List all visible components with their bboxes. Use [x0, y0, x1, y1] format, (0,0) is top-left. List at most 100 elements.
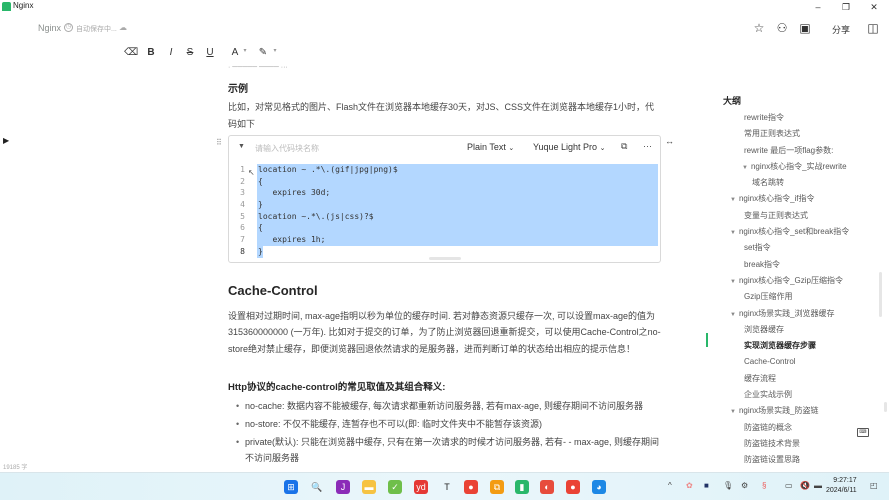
code-text[interactable]: }: [257, 245, 263, 258]
taskbar-edge-icon[interactable]: ◕: [592, 480, 606, 494]
code-line[interactable]: 8}: [229, 245, 660, 258]
more-icon[interactable]: ···: [643, 141, 652, 151]
outline-item[interactable]: ▼ nginx核心指令_set和break指令: [708, 224, 878, 240]
outline-item-label: rewrite 最后一项flag参数:: [744, 145, 834, 155]
share-button[interactable]: 分享: [832, 23, 850, 36]
outline-item[interactable]: 变量与正则表达式: [708, 208, 878, 224]
outline-item[interactable]: ▼ nginx场景实践_浏览器缓存: [708, 306, 878, 322]
taskbar-snail-icon[interactable]: ◐: [540, 480, 554, 494]
collapse-triangle-icon[interactable]: ▼: [730, 230, 736, 236]
outline-item[interactable]: 企业实战示例: [708, 387, 878, 403]
tray-overflow-icon[interactable]: ^: [668, 481, 672, 490]
code-line[interactable]: 4}: [229, 199, 660, 211]
outline-item[interactable]: 实现浏览器缓存步骤: [708, 338, 878, 354]
code-text[interactable]: location ~.*\.(js|css)?$: [257, 210, 658, 223]
collapse-icon[interactable]: ▼: [238, 143, 245, 150]
outline-item[interactable]: 浏览器缓存: [708, 322, 878, 338]
taskbar-vmware-icon[interactable]: ⧉: [490, 480, 504, 494]
bold-button[interactable]: B: [144, 47, 158, 58]
code-text[interactable]: location ~ .*\.(gif|jpg|png)$: [257, 164, 658, 176]
italic-button[interactable]: I: [164, 47, 178, 58]
code-text[interactable]: expires 30d;: [257, 187, 658, 200]
collapse-triangle-icon[interactable]: ▼: [730, 409, 736, 415]
clear-format-icon[interactable]: ⌫: [124, 47, 138, 58]
drag-handle-icon[interactable]: ⠿: [216, 138, 222, 147]
taskbar-typora-icon[interactable]: T: [440, 480, 454, 494]
outline-item[interactable]: 常用正则表达式: [708, 126, 878, 142]
taskbar-yuque-icon[interactable]: ▮: [515, 480, 529, 494]
microphone-icon[interactable]: 🎙: [723, 481, 733, 490]
volume-muted-icon[interactable]: 🔇: [800, 481, 810, 490]
outline-item[interactable]: ▼ nginx场景实践_防盗链: [708, 403, 878, 419]
tray-app-icon[interactable]: ⚙: [741, 481, 748, 490]
code-line[interactable]: 5 location ~.*\.(js|css)?$: [229, 210, 660, 223]
maximize-button[interactable]: ❐: [836, 0, 856, 14]
collapse-triangle-icon[interactable]: ▼: [730, 312, 736, 318]
network-icon[interactable]: ▭: [785, 481, 793, 490]
page-scrollbar[interactable]: [884, 402, 887, 412]
outline-item[interactable]: 防盗链设置思路: [708, 452, 878, 464]
minimize-button[interactable]: –: [808, 0, 828, 14]
taskbar-chrome-icon[interactable]: ●: [464, 480, 478, 494]
star-icon[interactable]: ☆: [751, 21, 767, 35]
expand-width-icon[interactable]: ↔: [665, 136, 674, 146]
collapse-triangle-icon[interactable]: ▼: [730, 279, 736, 285]
keyboard-shortcut-icon[interactable]: ⌨: [857, 428, 869, 437]
sidebar-toggle-icon[interactable]: ◫: [865, 21, 881, 35]
code-block[interactable]: ▼ 请输入代码块名称 Plain Text ⌄ Yuque Light Pro …: [228, 135, 661, 263]
close-button[interactable]: ✕: [864, 0, 884, 14]
tray-app-icon[interactable]: ■: [704, 481, 709, 490]
copy-icon[interactable]: ⧉: [621, 141, 627, 152]
collapse-triangle-icon[interactable]: ▼: [742, 165, 748, 171]
theme-select[interactable]: Yuque Light Pro ⌄: [533, 142, 605, 152]
font-color-dropdown-icon[interactable]: ▾: [238, 47, 252, 54]
underline-button[interactable]: U: [203, 47, 217, 58]
outline-item[interactable]: ▼ nginx核心指令_if指令: [708, 191, 878, 207]
outline-item[interactable]: 防盗链技术背景: [708, 436, 878, 452]
tray-app-icon[interactable]: ✿: [686, 481, 693, 490]
code-block-name-input[interactable]: 请输入代码块名称: [255, 143, 319, 154]
collapse-triangle-icon[interactable]: ▼: [730, 197, 736, 203]
code-line[interactable]: 7 expires 1h;: [229, 234, 660, 246]
code-text[interactable]: {: [257, 222, 658, 235]
outline-item[interactable]: ▼ nginx核心指令_Gzip压缩指令: [708, 273, 878, 289]
present-icon[interactable]: ▣: [797, 21, 813, 35]
expand-left-icon[interactable]: ▶: [3, 136, 9, 145]
taskbar-jetbrains-icon[interactable]: J: [336, 480, 350, 494]
strikethrough-button[interactable]: S: [183, 47, 197, 58]
outline-item[interactable]: 域名跳转: [708, 175, 878, 191]
code-text[interactable]: expires 1h;: [257, 234, 658, 246]
code-line[interactable]: 6{: [229, 222, 660, 235]
language-select[interactable]: Plain Text ⌄: [467, 142, 514, 152]
outline-scrollbar[interactable]: [879, 272, 882, 317]
outline-item[interactable]: Gzip压缩作用: [708, 289, 878, 305]
outline-item[interactable]: ▼ nginx核心指令_实战rewrite: [708, 159, 878, 175]
clock[interactable]: 9:27:17 2024/6/11: [826, 476, 857, 496]
taskbar-file-explorer-icon[interactable]: ▬: [362, 480, 376, 494]
tray-app-icon[interactable]: §: [762, 481, 766, 490]
code-text[interactable]: {: [257, 175, 658, 188]
taskbar-search-icon[interactable]: 🔍: [310, 480, 324, 494]
notification-icon[interactable]: ◰: [870, 481, 878, 490]
code-lines[interactable]: 1 location ~ .*\.(gif|jpg|png)$ 2{3 expire…: [229, 164, 660, 258]
code-text[interactable]: }: [257, 199, 658, 211]
taskbar-chrome-profile-icon[interactable]: ●: [566, 480, 580, 494]
add-collaborator-icon[interactable]: ⚇: [774, 21, 790, 35]
taskbar-notepad-plus-icon[interactable]: ✓: [388, 480, 402, 494]
code-line[interactable]: 3 expires 30d;: [229, 187, 660, 200]
outline-item[interactable]: set指令: [708, 240, 878, 256]
battery-icon[interactable]: ▬: [814, 481, 822, 490]
taskbar-youdao-icon[interactable]: yd: [414, 480, 428, 494]
outline-item[interactable]: break指令: [708, 257, 878, 273]
outline-item[interactable]: 缓存流程: [708, 371, 878, 387]
outline-item[interactable]: rewrite 最后一项flag参数:: [708, 143, 878, 159]
highlight-dropdown-icon[interactable]: ▾: [268, 47, 282, 54]
breadcrumb-doc-name[interactable]: Nginx: [38, 23, 61, 33]
code-horizontal-scrollbar[interactable]: [429, 257, 461, 260]
outline-item[interactable]: rewrite指令: [708, 110, 878, 126]
taskbar-windows-start-icon[interactable]: ⊞: [284, 480, 298, 494]
code-line[interactable]: 1 location ~ .*\.(gif|jpg|png)$: [229, 164, 660, 176]
outline-item[interactable]: 防盗链的概念: [708, 420, 878, 436]
code-line[interactable]: 2{: [229, 175, 660, 188]
outline-item[interactable]: Cache-Control: [708, 354, 878, 370]
